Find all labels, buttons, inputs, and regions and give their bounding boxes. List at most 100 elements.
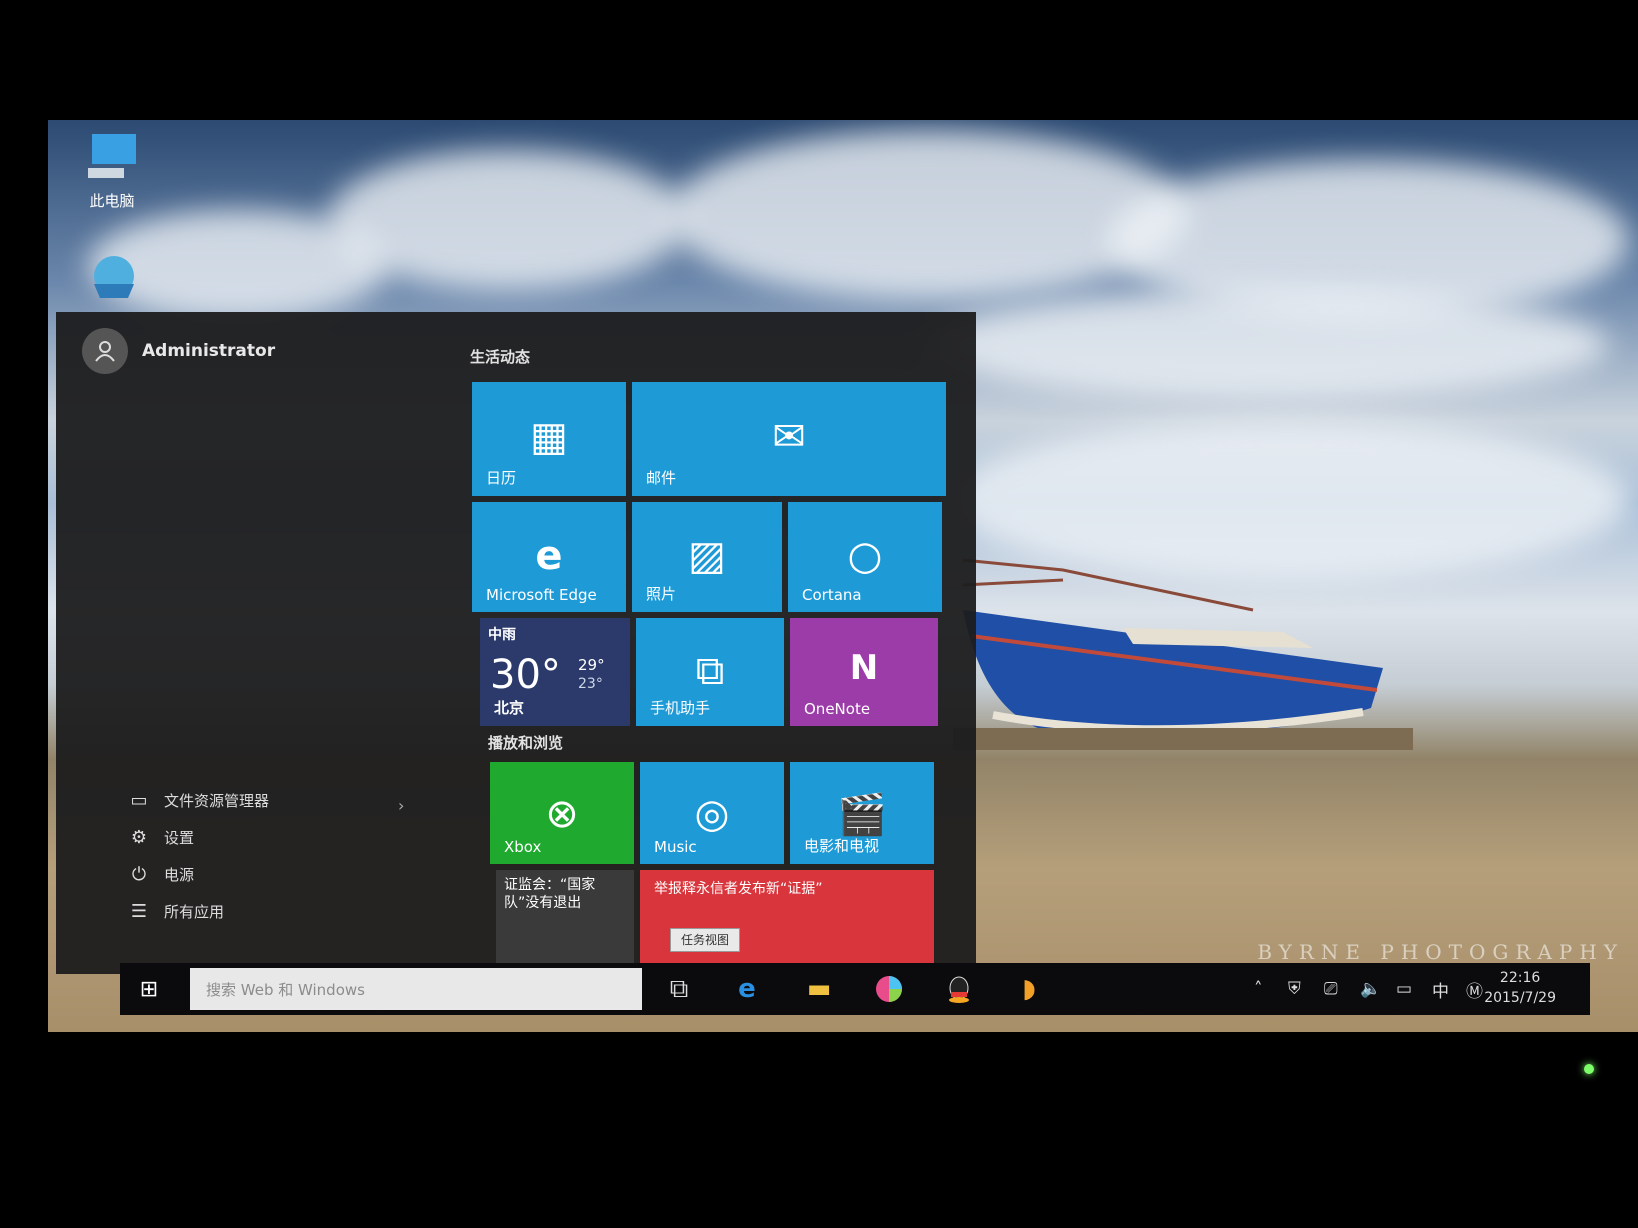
- tile-label: 邮件: [646, 469, 677, 487]
- taskbar-qq[interactable]: [936, 968, 982, 1010]
- network-icon: ⎚: [1324, 979, 1338, 999]
- onenote-icon: N: [849, 648, 879, 689]
- list-icon: ☰: [130, 901, 148, 922]
- clock-time: 22:16: [1499, 970, 1541, 986]
- cortana-icon: ○: [847, 532, 883, 579]
- weather-city: 北京: [494, 699, 525, 717]
- taskbar-browser[interactable]: ◗: [1006, 968, 1052, 1010]
- phone-companion-icon: ⧉: [695, 648, 725, 695]
- tile-photos[interactable]: ▨ 照片: [632, 502, 782, 612]
- tile-movies-tv[interactable]: 🎬 电影和电视: [790, 762, 934, 864]
- tile-label: Cortana: [802, 586, 862, 604]
- tile-cortana[interactable]: ○ Cortana: [788, 502, 942, 612]
- tray-volume[interactable]: 🔈: [1360, 963, 1381, 1015]
- taskbar-file-explorer[interactable]: ▬: [796, 968, 842, 1010]
- tile-phone-companion[interactable]: ⧉ 手机助手: [636, 618, 784, 726]
- menu-item-label: 文件资源管理器: [164, 792, 270, 810]
- browser-icon: ◗: [1022, 974, 1036, 1004]
- network-globe-icon: [82, 250, 142, 306]
- search-placeholder: 搜索 Web 和 Windows: [206, 980, 365, 999]
- file-explorer-icon: ▬: [806, 974, 832, 1004]
- menu-item-power[interactable]: ⏻ 电源: [126, 856, 269, 893]
- qq-icon: [949, 976, 969, 1003]
- tile-label: 照片: [646, 585, 677, 603]
- mail-icon: ✉: [772, 413, 806, 460]
- start-menu-left-pane: Administrator ▭ 文件资源管理器 ⚙ 设置 ⏻ 电源 ☰ 所有应用: [56, 312, 456, 974]
- search-box[interactable]: 搜索 Web 和 Windows: [190, 968, 642, 1010]
- tile-mail[interactable]: ✉ 邮件: [632, 382, 946, 496]
- tile-calendar[interactable]: ▦ 日历: [472, 382, 626, 496]
- calendar-icon: ▦: [530, 413, 568, 460]
- music-icon: ◎: [694, 790, 730, 837]
- tray-security[interactable]: ⛨: [1288, 963, 1301, 1015]
- weather-temperature: 30°: [490, 652, 561, 698]
- tray-ime[interactable]: 中: [1432, 963, 1449, 1015]
- mail-tray-icon: Ⓜ: [1466, 981, 1483, 1002]
- user-account[interactable]: Administrator: [82, 328, 275, 374]
- menu-item-label: 电源: [164, 866, 195, 884]
- tray-clock[interactable]: 22:16 2015/7/29: [1484, 968, 1556, 1008]
- windows-logo-icon: ⊞: [139, 976, 159, 1002]
- tile-news-1[interactable]: 证监会：“国家队”没有退出: [496, 870, 634, 970]
- tray-overflow[interactable]: ˄: [1254, 963, 1263, 1015]
- gear-icon: ⚙: [130, 827, 148, 848]
- task-view-button[interactable]: ⧉: [656, 968, 702, 1010]
- volume-icon: 🔈: [1360, 979, 1382, 999]
- news-headline: 证监会：“国家队”没有退出: [504, 877, 596, 911]
- xbox-icon: ⊗: [545, 790, 579, 837]
- tile-onenote[interactable]: N OneNote: [790, 618, 938, 726]
- power-icon: ⏻: [131, 864, 147, 885]
- taskbar-edge[interactable]: e: [724, 968, 770, 1010]
- section-title-play: 播放和浏览: [488, 734, 564, 752]
- menu-item-label: 所有应用: [164, 903, 225, 921]
- ime-indicator: 中: [1432, 981, 1449, 1002]
- menu-item-file-explorer[interactable]: ▭ 文件资源管理器: [126, 782, 269, 819]
- desktop-icon-label: 此电脑: [89, 192, 135, 210]
- tile-label: 日历: [486, 469, 517, 487]
- user-name: Administrator: [142, 341, 276, 361]
- task-view-tooltip: 任务视图: [670, 928, 741, 952]
- desktop-icon-this-pc[interactable]: 此电脑: [64, 130, 160, 211]
- menu-item-settings[interactable]: ⚙ 设置: [126, 819, 269, 856]
- menu-item-all-apps[interactable]: ☰ 所有应用: [126, 893, 269, 930]
- message-icon: ▭: [1396, 979, 1413, 999]
- taskbar-color-app[interactable]: [866, 968, 912, 1010]
- menu-item-label: 设置: [164, 829, 195, 847]
- wallpaper-boat: [953, 558, 1413, 750]
- taskbar: ⊞ 搜索 Web 和 Windows ⧉ e ▬ ◗ ˄ ⛨ ⎚ 🔈 ▭ 中 Ⓜ…: [120, 963, 1590, 1015]
- weather-condition: 中雨: [488, 627, 516, 643]
- tray-network[interactable]: ⎚: [1324, 963, 1338, 1015]
- clock-date: 2015/7/29: [1484, 990, 1556, 1006]
- shield-icon: ⛨: [1288, 979, 1301, 999]
- wallpaper-watermark: BYRNE PHOTOGRAPHY: [1257, 940, 1624, 964]
- section-title-life: 生活动态: [470, 348, 531, 366]
- tile-music[interactable]: ◎ Music: [640, 762, 784, 864]
- user-avatar-icon: [82, 328, 128, 374]
- task-view-icon: ⧉: [669, 973, 689, 1004]
- photos-icon: ▨: [688, 532, 726, 579]
- edge-icon: e: [535, 532, 563, 579]
- tile-news-2[interactable]: 举报释永信者发布新“证据” 任务视图: [640, 870, 934, 970]
- tile-label: Microsoft Edge: [486, 586, 597, 604]
- tile-label: OneNote: [804, 700, 871, 718]
- tile-xbox[interactable]: ⊗ Xbox: [490, 762, 634, 864]
- tile-label: Music: [654, 838, 697, 856]
- start-menu-bottom-list: ▭ 文件资源管理器 ⚙ 设置 ⏻ 电源 ☰ 所有应用: [126, 782, 269, 930]
- tile-label: 手机助手: [650, 699, 711, 717]
- chevron-right-icon[interactable]: ›: [398, 796, 404, 815]
- desktop-icon-network[interactable]: [64, 250, 160, 310]
- tile-weather[interactable]: 中雨 30° 29° 23° 北京: [480, 618, 630, 726]
- tray-mail[interactable]: Ⓜ: [1466, 963, 1483, 1015]
- start-button[interactable]: ⊞: [120, 963, 178, 1015]
- color-ball-icon: [876, 976, 902, 1002]
- start-menu: Administrator ▭ 文件资源管理器 ⚙ 设置 ⏻ 电源 ☰ 所有应用: [56, 312, 976, 974]
- chevron-up-icon: ˄: [1254, 979, 1263, 999]
- tile-edge[interactable]: e Microsoft Edge: [472, 502, 626, 612]
- tray-notifications[interactable]: ▭: [1396, 963, 1412, 1015]
- edge-icon: e: [738, 974, 756, 1004]
- desktop-screen: 此电脑 BYRNE PHOTOGRAPHY Administrator ▭ 文件…: [48, 120, 1638, 1032]
- monitor-power-led: [1584, 1064, 1594, 1074]
- this-pc-icon: [82, 130, 142, 186]
- movies-icon: 🎬: [837, 791, 887, 838]
- tile-label: 电影和电视: [804, 837, 880, 855]
